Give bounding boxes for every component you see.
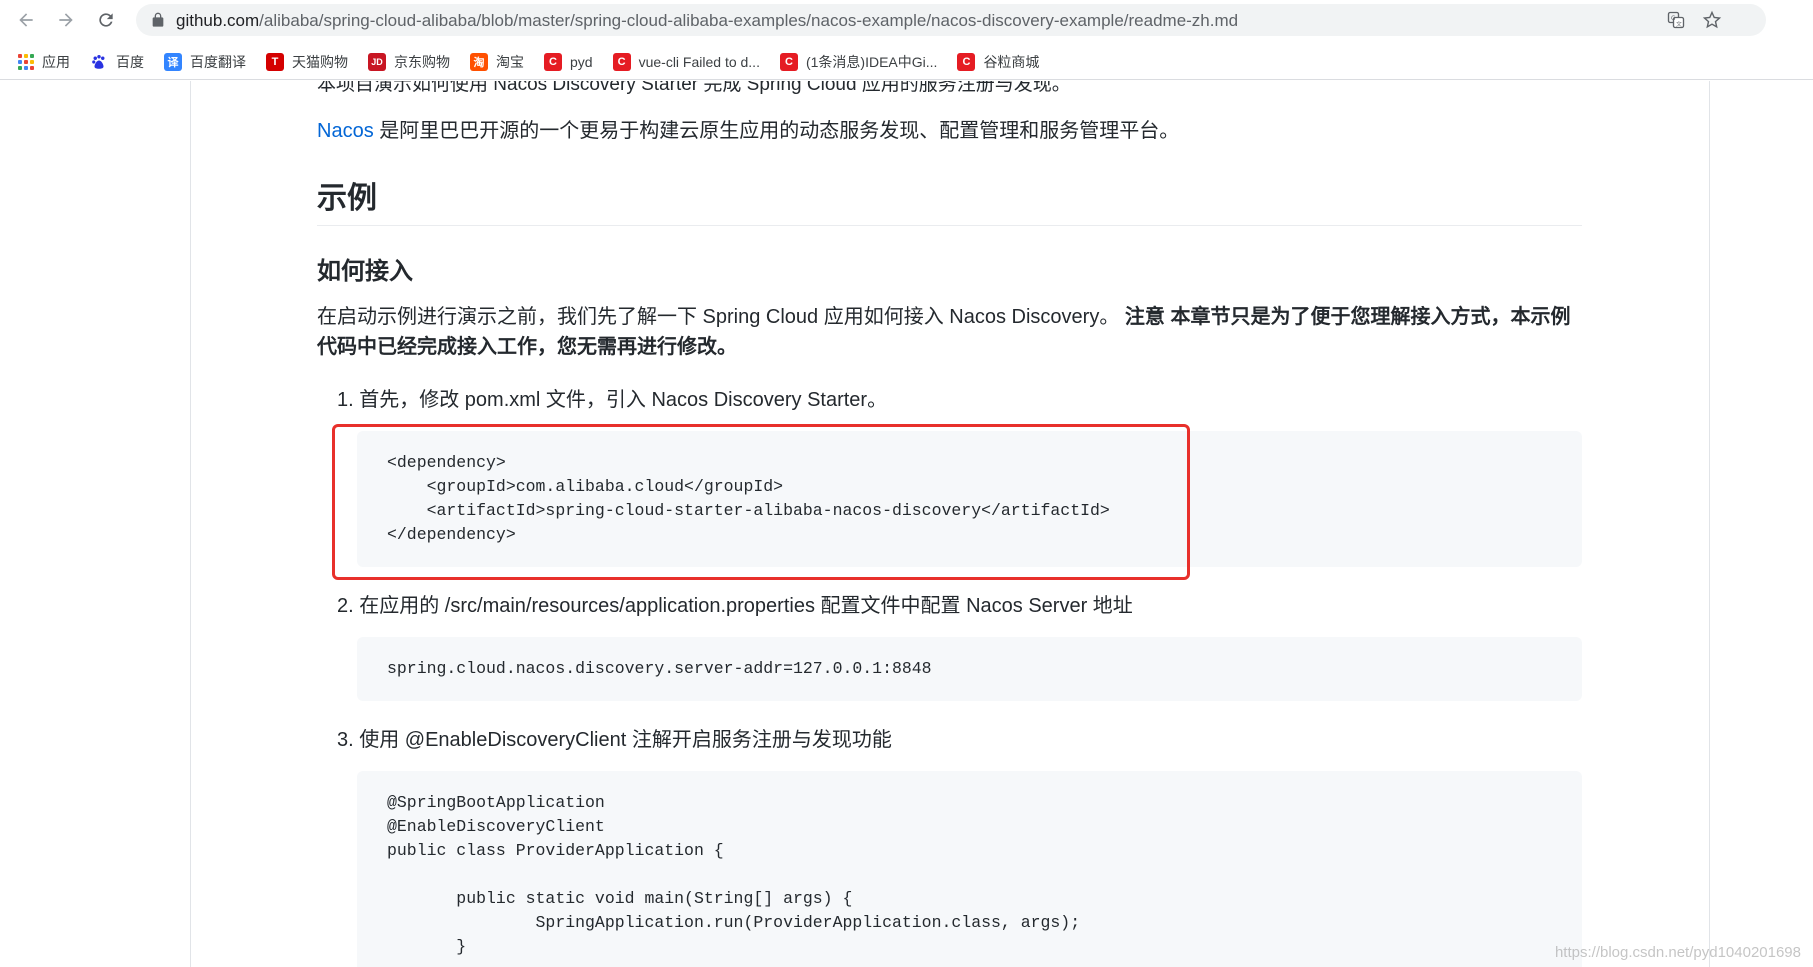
url-path: /alibaba/spring-cloud-alibaba/blob/maste…: [259, 11, 1239, 30]
list-item: 1. 首先，修改 pom.xml 文件，引入 Nacos Discovery S…: [337, 389, 888, 411]
url-text: github.com/alibaba/spring-cloud-alibaba/…: [176, 11, 1238, 31]
content-border-left: [190, 81, 191, 967]
bookmark-label: 百度翻译: [190, 53, 246, 70]
bookmark-label: 淘宝: [496, 53, 524, 70]
taobao-icon: 淘: [470, 52, 488, 71]
nacos-link[interactable]: Nacos: [317, 120, 374, 142]
csdn-icon: C: [612, 52, 631, 71]
address-bar[interactable]: github.com/alibaba/spring-cloud-alibaba/…: [136, 4, 1766, 36]
bookmark-item[interactable]: C vue-cli Failed to d...: [612, 52, 760, 71]
bookmarks-bar: 应用 百度 译 百度翻译 T 天猫购物 JD 京东购物 淘 淘宝 C pyd C…: [0, 44, 1813, 80]
content-border-right: [1709, 81, 1710, 967]
bookmark-label: pyd: [570, 53, 593, 70]
jd-icon: JD: [368, 52, 386, 71]
page-content: 本项目演示如何使用 Nacos Discovery Starter 完成 Spr…: [0, 81, 1813, 967]
csdn-icon: C: [957, 52, 976, 71]
csdn-icon: C: [779, 52, 798, 71]
subsection-heading: 如何接入: [317, 257, 413, 285]
bookmark-item[interactable]: T 天猫购物: [266, 52, 348, 72]
bookmark-label: 京东购物: [394, 53, 450, 70]
translate-icon[interactable]: G文: [1666, 10, 1686, 30]
tmall-icon: T: [266, 52, 284, 71]
browser-toolbar: github.com/alibaba/spring-cloud-alibaba/…: [0, 0, 1813, 40]
bookmark-item[interactable]: C pyd: [544, 52, 593, 71]
bookmark-label: 谷粒商城: [983, 53, 1040, 70]
list-item: 2. 在应用的 /src/main/resources/application.…: [337, 595, 1133, 617]
watermark: https://blog.csdn.net/pyd1040201698: [1554, 944, 1801, 961]
forward-button[interactable]: [52, 6, 80, 34]
url-host: github.com: [176, 11, 260, 30]
reload-button[interactable]: [92, 6, 120, 34]
csdn-icon: C: [544, 52, 562, 71]
bookmark-item[interactable]: 译 百度翻译: [164, 52, 246, 72]
description-text: 在启动示例进行演示之前，我们先了解一下 Spring Cloud 应用如何接入 …: [317, 306, 1125, 328]
code-block[interactable]: @SpringBootApplication @EnableDiscoveryC…: [357, 771, 1582, 967]
svg-text:文: 文: [1676, 20, 1682, 28]
intro-text: 是阿里巴巴开源的一个更易于构建云原生应用的动态服务发现、配置管理和服务管理平台。: [373, 120, 1180, 142]
bookmark-label: 百度: [116, 53, 144, 70]
reload-icon: [99, 13, 113, 27]
arrow-left-icon: [19, 13, 33, 27]
bookmark-label: (1条消息)IDEA中Gi...: [805, 53, 938, 70]
bookmark-item[interactable]: C (1条消息)IDEA中Gi...: [779, 52, 938, 72]
bookmark-item[interactable]: JD 京东购物: [368, 52, 450, 72]
cutoff-text: 本项目演示如何使用 Nacos Discovery Starter 完成 Spr…: [317, 81, 1071, 95]
bookmark-label: vue-cli Failed to d...: [638, 53, 760, 70]
bookmark-label: 天猫购物: [292, 53, 348, 70]
baidu-icon: [90, 52, 108, 71]
star-icon[interactable]: [1702, 10, 1722, 30]
description-paragraph: 在启动示例进行演示之前，我们先了解一下 Spring Cloud 应用如何接入 …: [317, 302, 1582, 362]
lock-icon: [152, 12, 164, 27]
back-button[interactable]: [12, 6, 40, 34]
apps-grid-icon: [18, 53, 34, 70]
bookmark-item[interactable]: C 谷粒商城: [957, 52, 1039, 72]
translate-icon: 译: [164, 52, 182, 71]
bookmark-item[interactable]: 淘 淘宝: [470, 52, 524, 72]
list-item: 3. 使用 @EnableDiscoveryClient 注解开启服务注册与发现…: [337, 729, 892, 751]
arrow-right-icon: [59, 13, 73, 27]
intro-paragraph: Nacos 是阿里巴巴开源的一个更易于构建云原生应用的动态服务发现、配置管理和服…: [317, 114, 1179, 143]
bookmark-item[interactable]: 百度: [90, 52, 144, 72]
section-heading: 示例: [317, 173, 1582, 226]
bookmark-apps[interactable]: 应用: [18, 52, 70, 72]
bookmark-label: 应用: [42, 53, 70, 70]
code-block[interactable]: <dependency> <groupId>com.alibaba.cloud<…: [357, 431, 1582, 567]
code-block[interactable]: spring.cloud.nacos.discovery.server-addr…: [357, 637, 1582, 701]
